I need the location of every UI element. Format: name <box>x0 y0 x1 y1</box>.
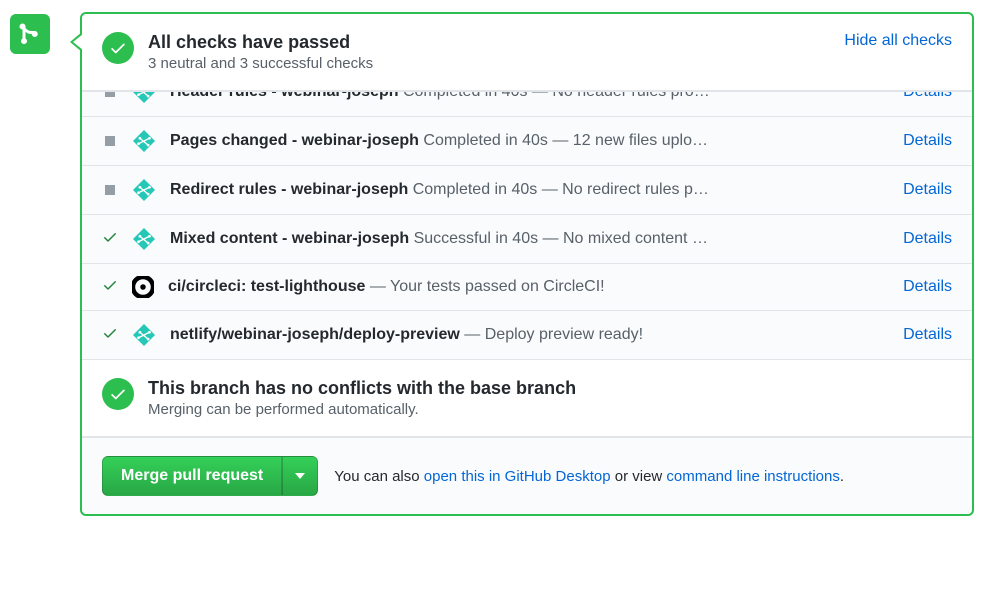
checks-list: Header rules - webinar-joseph Completed … <box>82 91 972 360</box>
check-row: netlify/webinar-joseph/deploy-preview — … <box>82 311 972 360</box>
merge-dropdown-button[interactable] <box>282 456 318 496</box>
caret-down-icon <box>295 473 305 479</box>
merge-button[interactable]: Merge pull request <box>102 456 282 496</box>
netlify-icon <box>132 91 156 104</box>
success-check-icon <box>102 378 134 410</box>
merge-status-panel: All checks have passed 3 neutral and 3 s… <box>80 12 974 516</box>
conflicts-title: This branch has no conflicts with the ba… <box>148 378 576 399</box>
hide-checks-link[interactable]: Hide all checks <box>844 32 952 72</box>
netlify-icon <box>132 323 156 347</box>
check-description: Mixed content - webinar-joseph Successfu… <box>170 230 889 248</box>
checks-subtitle: 3 neutral and 3 successful checks <box>148 55 373 72</box>
merge-hint: You can also open this in GitHub Desktop… <box>334 468 844 485</box>
details-link[interactable]: Details <box>903 181 952 199</box>
check-row: Mixed content - webinar-joseph Successfu… <box>82 215 972 264</box>
merge-bar: Merge pull request You can also open thi… <box>82 437 972 514</box>
neutral-status-icon <box>102 185 118 195</box>
merge-icon <box>10 14 50 54</box>
check-row: Redirect rules - webinar-joseph Complete… <box>82 166 972 215</box>
check-row: Pages changed - webinar-joseph Completed… <box>82 117 972 166</box>
checks-title: All checks have passed <box>148 32 373 53</box>
cli-instructions-link[interactable]: command line instructions <box>666 468 839 485</box>
check-description: ci/circleci: test-lighthouse — Your test… <box>168 278 889 296</box>
check-row: ci/circleci: test-lighthouse — Your test… <box>82 264 972 311</box>
check-description: netlify/webinar-joseph/deploy-preview — … <box>170 326 889 344</box>
success-status-icon <box>102 277 118 298</box>
details-link[interactable]: Details <box>903 278 952 296</box>
check-description: Header rules - webinar-joseph Completed … <box>170 91 889 101</box>
details-link[interactable]: Details <box>903 230 952 248</box>
checks-summary-section: All checks have passed 3 neutral and 3 s… <box>82 14 972 91</box>
check-row: Header rules - webinar-joseph Completed … <box>82 91 972 117</box>
netlify-icon <box>132 178 156 202</box>
neutral-status-icon <box>102 136 118 146</box>
details-link[interactable]: Details <box>903 91 952 101</box>
success-status-icon <box>102 229 118 250</box>
conflicts-section: This branch has no conflicts with the ba… <box>82 360 972 437</box>
details-link[interactable]: Details <box>903 132 952 150</box>
conflicts-subtitle: Merging can be performed automatically. <box>148 401 576 418</box>
success-status-icon <box>102 325 118 346</box>
circleci-icon <box>132 276 154 298</box>
neutral-status-icon <box>102 91 118 97</box>
details-link[interactable]: Details <box>903 326 952 344</box>
check-description: Redirect rules - webinar-joseph Complete… <box>170 181 889 199</box>
check-description: Pages changed - webinar-joseph Completed… <box>170 132 889 150</box>
open-desktop-link[interactable]: open this in GitHub Desktop <box>424 468 611 485</box>
netlify-icon <box>132 129 156 153</box>
success-check-icon <box>102 32 134 64</box>
netlify-icon <box>132 227 156 251</box>
